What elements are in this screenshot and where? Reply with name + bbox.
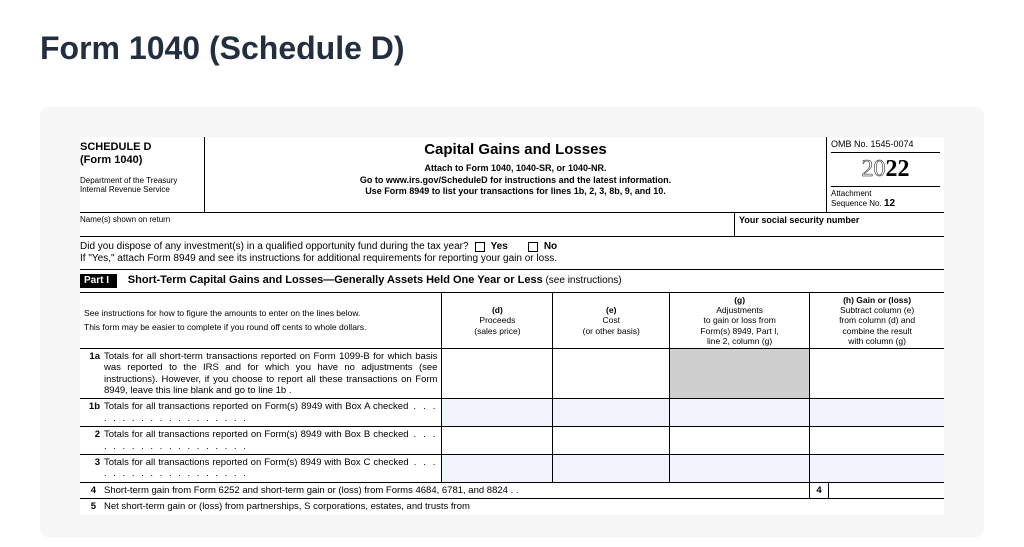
row-4-text: Short-term gain from Form 6252 and short… <box>100 483 809 498</box>
qof-no-label: No <box>544 241 557 253</box>
header-right: OMB No. 1545-0074 2022 Attachment Sequen… <box>826 137 944 212</box>
part1-badge: Part I <box>80 274 117 288</box>
col-e-header: (e)Cost(or other basis) <box>553 293 670 348</box>
seq-num: 12 <box>884 198 895 209</box>
part1-header: Part I Short-Term Capital Gains and Loss… <box>80 270 944 293</box>
row-3-num: 3 <box>84 457 104 480</box>
row-2-text: Totals for all transactions reported on … <box>104 429 437 452</box>
row-2-d[interactable] <box>442 427 553 455</box>
form-title: Capital Gains and Losses <box>213 141 818 159</box>
qof-question: Did you dispose of any investment(s) in … <box>80 237 944 270</box>
page-title: Form 1040 (Schedule D) <box>0 0 1024 87</box>
row-5: 5 Net short-term gain or (loss) from par… <box>80 499 944 514</box>
row-4-box: 4 <box>809 483 829 498</box>
instr-line2: This form may be easier to complete if y… <box>84 322 437 333</box>
attachment-seq: Attachment Sequence No. 12 <box>831 187 940 211</box>
form-ref: (Form 1040) <box>80 154 200 167</box>
row-3: 3 Totals for all transactions reported o… <box>80 455 944 483</box>
part1-note: (see instructions) <box>545 275 621 286</box>
qof-no-checkbox[interactable] <box>528 242 538 252</box>
instr-line1: See instructions for how to figure the a… <box>84 308 437 319</box>
form-header: SCHEDULE D (Form 1040) Department of the… <box>80 137 944 213</box>
row-1b-text: Totals for all transactions reported on … <box>104 401 437 424</box>
row-1b-e[interactable] <box>553 399 670 427</box>
row-1a-h[interactable] <box>810 348 944 399</box>
name-ssn-row: Name(s) shown on return Your social secu… <box>80 213 944 237</box>
part1-table: See instructions for how to figure the a… <box>80 293 944 483</box>
row-1a-g-disabled <box>670 348 810 399</box>
qof-question-text: Did you dispose of any investment(s) in … <box>80 241 469 253</box>
row-2-g[interactable] <box>670 427 810 455</box>
form-container: SCHEDULE D (Form 1040) Department of the… <box>40 107 984 537</box>
dept-label: Department of the Treasury Internal Reve… <box>80 177 200 195</box>
seq-label: Sequence No. <box>831 199 882 208</box>
tax-year: 2022 <box>831 153 940 187</box>
header-middle: Capital Gains and Losses Attach to Form … <box>205 137 826 212</box>
col-d-header: (d)Proceeds(sales price) <box>442 293 553 348</box>
qof-yes-checkbox[interactable] <box>475 242 485 252</box>
row-1b-d[interactable] <box>442 399 553 427</box>
name-field-label: Name(s) shown on return <box>80 213 734 236</box>
row-3-h[interactable] <box>810 455 944 483</box>
row-4-num: 4 <box>80 483 100 498</box>
goto-instruction: Go to www.irs.gov/ScheduleD for instruct… <box>213 175 818 187</box>
header-left: SCHEDULE D (Form 1040) Department of the… <box>80 137 205 212</box>
row-1b: 1b Totals for all transactions reported … <box>80 399 944 427</box>
year-suffix: 22 <box>886 156 910 182</box>
row-4-value[interactable] <box>829 483 944 498</box>
row-5-text: Net short-term gain or (loss) from partn… <box>100 499 944 514</box>
schedule-d-form: SCHEDULE D (Form 1040) Department of the… <box>80 137 944 515</box>
col-instructions: See instructions for how to figure the a… <box>80 293 442 348</box>
row-1b-num: 1b <box>84 401 104 424</box>
row-5-num: 5 <box>80 499 100 514</box>
ssn-field-label: Your social security number <box>734 213 944 236</box>
col-h-header: (h) Gain or (loss)Subtract column (e)fro… <box>810 293 944 348</box>
attachment-label: Attachment <box>831 189 871 198</box>
row-1a: 1a Totals for all short-term transaction… <box>80 348 944 399</box>
qof-note: If "Yes," attach Form 8949 and see its i… <box>80 253 944 265</box>
row-3-d[interactable] <box>442 455 553 483</box>
row-1a-text: Totals for all short-term transactions r… <box>104 351 437 397</box>
use-8949-instruction: Use Form 8949 to list your transactions … <box>213 186 818 198</box>
part1-title: Short-Term Capital Gains and Losses—Gene… <box>120 274 543 286</box>
row-4: 4 Short-term gain from Form 6252 and sho… <box>80 483 944 499</box>
row-2-h[interactable] <box>810 427 944 455</box>
col-g-header: (g)Adjustmentsto gain or loss fromForm(s… <box>670 293 810 348</box>
row-3-e[interactable] <box>553 455 670 483</box>
row-1b-g[interactable] <box>670 399 810 427</box>
year-prefix: 20 <box>862 156 886 182</box>
row-1b-h[interactable] <box>810 399 944 427</box>
dept-treasury: Department of the Treasury <box>80 176 177 185</box>
attach-instruction: Attach to Form 1040, 1040-SR, or 1040-NR… <box>213 163 818 175</box>
row-3-g[interactable] <box>670 455 810 483</box>
row-1a-num: 1a <box>84 351 104 397</box>
irs-label: Internal Revenue Service <box>80 185 170 194</box>
row-2-num: 2 <box>84 429 104 452</box>
row-3-text: Totals for all transactions reported on … <box>104 457 437 480</box>
row-2-e[interactable] <box>553 427 670 455</box>
row-1a-e[interactable] <box>553 348 670 399</box>
row-1a-d[interactable] <box>442 348 553 399</box>
row-2: 2 Totals for all transactions reported o… <box>80 427 944 455</box>
schedule-label: SCHEDULE D <box>80 141 200 154</box>
omb-number: OMB No. 1545-0074 <box>831 139 940 153</box>
qof-yes-label: Yes <box>491 241 508 253</box>
